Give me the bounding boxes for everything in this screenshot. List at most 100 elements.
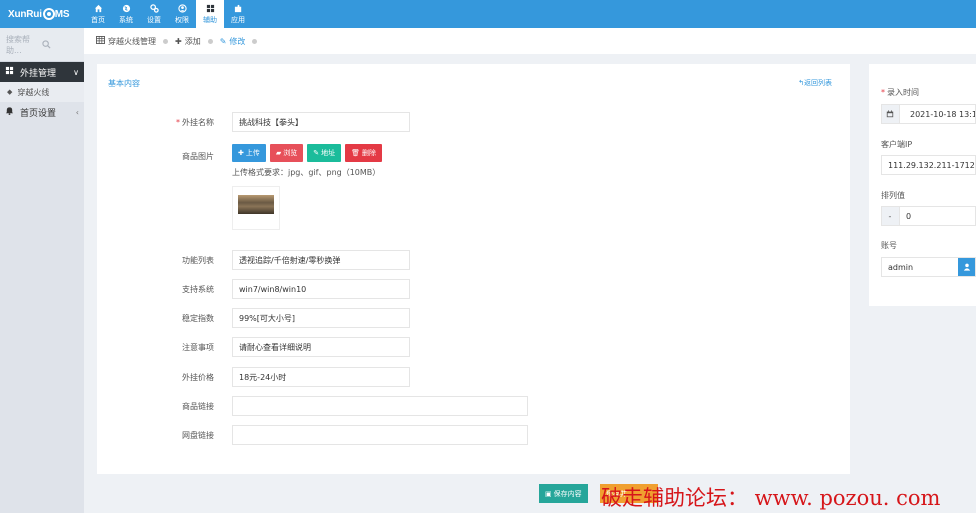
- form-row-disk-link: 网盘链接: [97, 425, 850, 445]
- logo-ring-icon: [42, 8, 55, 20]
- nav-item-settings[interactable]: 设置: [140, 0, 168, 28]
- logo[interactable]: XunRui MS: [0, 0, 84, 28]
- search-input[interactable]: 搜索帮助...: [6, 34, 42, 56]
- required-mark: *: [176, 118, 180, 127]
- nav-label: 首页: [91, 15, 105, 24]
- entry-time-value: 2021-10-18 13:18: [910, 109, 976, 119]
- sidebar-search[interactable]: 搜索帮助...: [0, 28, 84, 62]
- sidebar-item-label: 首页设置: [20, 108, 57, 119]
- order-value: 0: [906, 211, 912, 221]
- delete-button[interactable]: 🗑 删除: [345, 144, 383, 162]
- chevron-left-icon: ‹: [75, 107, 79, 117]
- nav-item-assist[interactable]: 辅助: [196, 0, 224, 28]
- form-row-product-link: 商品链接: [97, 396, 850, 416]
- nav-label: 应用: [231, 15, 245, 24]
- chevron-down-icon: ∨: [73, 67, 79, 77]
- address-button[interactable]: ✎ 地址: [307, 144, 342, 162]
- sidebar-item-home-settings[interactable]: 首页设置 ‹: [0, 102, 84, 122]
- notes-input[interactable]: 请耐心查看详细说明: [232, 337, 410, 357]
- browse-button[interactable]: ▰ 浏览: [269, 144, 304, 162]
- sidebar-group-label: 外挂管理: [20, 68, 57, 79]
- account-value: admin: [888, 262, 914, 272]
- breadcrumb-separator: [163, 38, 168, 44]
- nav-label: 系统: [119, 15, 133, 24]
- form-row-notes: 注意事项 请耐心查看详细说明: [97, 337, 850, 357]
- user-icon: [177, 3, 187, 13]
- price-input[interactable]: 18元-24小时: [232, 367, 410, 387]
- form-row-image: 商品图片: [97, 146, 850, 166]
- save-icon: ▣: [545, 489, 552, 498]
- plus-icon: ✚: [238, 149, 244, 157]
- sidebar: 搜索帮助... 外挂管理 ∨ ◆ 穿越火线 首页设置 ‹: [0, 28, 84, 513]
- home-icon: [94, 4, 103, 13]
- back-to-list-link[interactable]: ↰返回列表: [798, 78, 832, 88]
- form-row-features: 功能列表 透视追踪/千倍射速/零秒换弹: [97, 250, 850, 270]
- ip-label: 客户端IP: [881, 140, 913, 149]
- field-label: 商品图片: [182, 152, 214, 161]
- sidebar-item-label: 穿越火线: [17, 87, 50, 97]
- logo-text-a: XunRui: [8, 8, 42, 20]
- breadcrumb-item-list[interactable]: 穿越火线管理: [108, 36, 156, 47]
- field-label: * 外挂名称: [176, 118, 214, 127]
- top-bar: XunRui MS 首页 系统 设置 权限 辅助 应用: [0, 0, 976, 28]
- search-icon[interactable]: [42, 40, 78, 49]
- edit-icon: ✎: [219, 36, 227, 46]
- field-label: 支持系统: [182, 285, 214, 294]
- edit-icon: ✎: [313, 149, 320, 157]
- product-image: [238, 195, 274, 214]
- diamond-icon: ◆: [7, 88, 13, 96]
- table-icon: [96, 36, 105, 46]
- save-button[interactable]: ▣ 保存内容: [539, 484, 588, 503]
- sidebar-group-plugin-manage[interactable]: 外挂管理 ∨: [0, 62, 84, 82]
- breadcrumb: 穿越火线管理 ✚ 添加 ✎ 修改: [84, 28, 976, 54]
- nav-item-permissions[interactable]: 权限: [168, 0, 196, 28]
- image-thumbnail[interactable]: [232, 186, 280, 230]
- order-label: 排列值: [881, 191, 905, 200]
- top-nav: 首页 系统 设置 权限 辅助 应用: [84, 0, 252, 28]
- breadcrumb-separator: [207, 38, 213, 44]
- account-label: 账号: [881, 241, 897, 250]
- logo-text-b: MS: [54, 8, 70, 20]
- breadcrumb-separator: [252, 38, 258, 44]
- field-label: 外挂价格: [182, 373, 214, 382]
- nav-item-apps[interactable]: 应用: [224, 0, 252, 28]
- name-input[interactable]: 挑战科技【拳头】: [232, 112, 410, 132]
- trash-icon: 🗑: [351, 149, 361, 157]
- globe-icon: [122, 4, 131, 13]
- nav-label: 设置: [147, 15, 161, 24]
- features-input[interactable]: 透视追踪/千倍射速/零秒换弹: [232, 250, 410, 270]
- product-link-input[interactable]: [232, 396, 528, 416]
- upload-button[interactable]: ✚ 上传: [232, 144, 266, 162]
- stability-input[interactable]: 99%[可大小号]: [232, 308, 410, 328]
- gears-icon: [149, 3, 159, 13]
- sidebar-item-crossfire[interactable]: ◆ 穿越火线: [0, 82, 84, 102]
- grid-icon: [5, 66, 15, 78]
- entry-time-input[interactable]: 2021-10-18 13:18: [881, 104, 976, 124]
- nav-label: 权限: [175, 15, 189, 24]
- form-row-name: * 外挂名称 挑战科技【拳头】: [97, 112, 850, 132]
- breadcrumb-item-edit[interactable]: 修改: [229, 36, 245, 47]
- field-label: 功能列表: [182, 256, 214, 265]
- user-icon[interactable]: [958, 258, 975, 276]
- system-input[interactable]: win7/win8/win10: [232, 279, 410, 299]
- upload-button-group: ✚ 上传 ▰ 浏览 ✎ 地址 🗑 删除: [232, 144, 383, 162]
- card-title: 基本内容: [108, 79, 140, 88]
- field-label: 网盘链接: [182, 431, 214, 440]
- nav-item-home[interactable]: 首页: [84, 0, 112, 28]
- form-row-system: 支持系统 win7/win8/win10: [97, 279, 850, 299]
- grid-icon: [206, 4, 215, 13]
- client-ip-input[interactable]: 111.29.132.211-17123: [881, 155, 976, 175]
- watermark-text: 破走辅助论坛： www. pozou. com: [601, 486, 941, 510]
- form-row-stability: 稳定指数 99%[可大小号]: [97, 308, 850, 328]
- account-input[interactable]: admin: [881, 257, 976, 277]
- breadcrumb-item-add[interactable]: 添加: [185, 36, 201, 47]
- time-label: * 录入时间: [881, 88, 919, 97]
- disk-link-input[interactable]: [232, 425, 528, 445]
- upload-hint: 上传格式要求：jpg、gif、png（10MB）: [232, 168, 381, 177]
- nav-item-system[interactable]: 系统: [112, 0, 140, 28]
- form-card: 基本内容 ↰返回列表 * 外挂名称 挑战科技【拳头】 商品图片 ✚ 上传 ▰ 浏览 ✎…: [97, 64, 850, 474]
- field-label: 注意事项: [182, 343, 214, 352]
- decrement-button[interactable]: -: [882, 207, 900, 225]
- calendar-icon[interactable]: [882, 105, 900, 123]
- order-input[interactable]: - 0: [881, 206, 976, 226]
